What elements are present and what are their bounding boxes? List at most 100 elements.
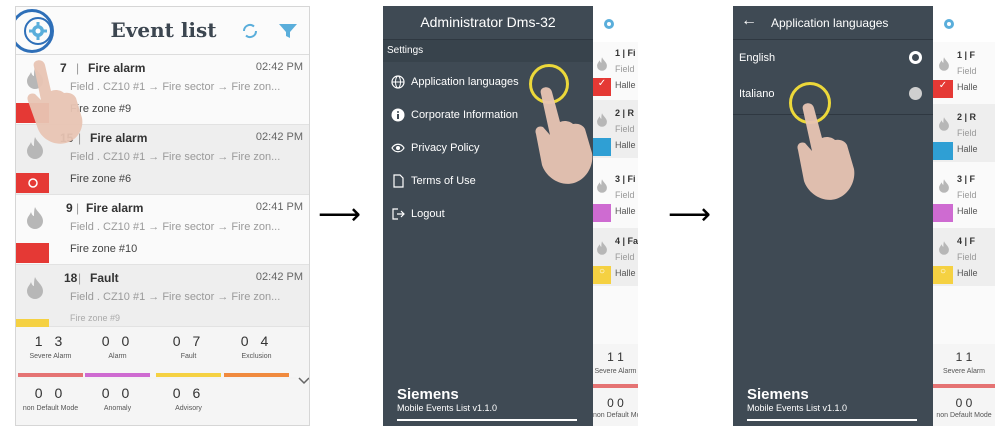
fire-icon bbox=[597, 113, 607, 127]
event-number: 4 bbox=[615, 236, 621, 246]
status-strip bbox=[593, 204, 611, 222]
event-path: Field bbox=[957, 128, 977, 138]
event-time: 02:41 PM bbox=[255, 201, 303, 213]
refresh-icon bbox=[28, 178, 38, 188]
divider bbox=[747, 419, 917, 421]
status-strip: ○ bbox=[593, 266, 611, 284]
gear-icon bbox=[604, 19, 614, 29]
event-number: 4 bbox=[957, 236, 963, 246]
fire-icon bbox=[939, 179, 949, 193]
counts-row: 1 3 Severe Alarm 0 0 Alarm 0 7 Fault 0 4 Exc… bbox=[16, 327, 296, 377]
count-non-default-mode[interactable]: 0 0 non Default Mode bbox=[18, 385, 83, 412]
list-item: 1 | F Field Halle ✓ bbox=[933, 42, 995, 100]
count-non-default-mode: 0 0 non Default Mode bbox=[933, 392, 995, 426]
event-time: 02:42 PM bbox=[255, 271, 303, 283]
fire-icon bbox=[597, 57, 607, 71]
status-strip: ○ bbox=[933, 266, 953, 284]
event-number: 3 bbox=[957, 174, 963, 184]
event-type: Fi bbox=[627, 174, 636, 184]
event-zone: Halle bbox=[957, 144, 978, 154]
check-icon: ✓ bbox=[593, 78, 611, 96]
count-severe-alarm: 1 1 Severe Alarm bbox=[933, 344, 995, 392]
counts-row: 0 0 non Default Mode 0 0 Anomaly 0 6 Adviso… bbox=[16, 379, 296, 425]
language-option-english[interactable]: English bbox=[733, 42, 933, 74]
event-list-header: Event list bbox=[16, 7, 309, 55]
event-number: 2 bbox=[615, 108, 621, 118]
event-number: 1 bbox=[615, 48, 621, 58]
fire-icon bbox=[939, 57, 949, 71]
list-item: 3 | F Field Halle bbox=[933, 166, 995, 224]
event-zone: Halle bbox=[957, 206, 978, 216]
event-zone: Fire zone #6 bbox=[70, 173, 132, 185]
event-number: 2 bbox=[957, 112, 963, 122]
chevron-down-icon[interactable] bbox=[298, 377, 310, 385]
event-zone: Halle bbox=[615, 206, 636, 216]
menu-item-label: Privacy Policy bbox=[411, 142, 480, 154]
pointing-hand-icon bbox=[27, 60, 83, 144]
event-row[interactable]: 9 | Fire alarm 02:41 PM Field . CZ10 #1 … bbox=[16, 195, 309, 265]
count-severe-alarm[interactable]: 1 3 Severe Alarm bbox=[18, 333, 83, 360]
list-item: 4 | F Field Halle ○ bbox=[933, 228, 995, 286]
count-anomaly[interactable]: 0 0 Anomaly bbox=[85, 385, 150, 412]
count-non-default-mode: 0 0 non Default Mode bbox=[593, 392, 638, 426]
back-arrow-icon[interactable]: ← bbox=[741, 12, 757, 30]
event-path: Field bbox=[615, 64, 635, 74]
separator: | bbox=[78, 271, 82, 285]
event-type: F bbox=[969, 236, 976, 246]
settings-section-label: Settings bbox=[383, 40, 593, 62]
event-zone: Halle bbox=[615, 80, 636, 90]
event-row[interactable]: 18 | Fault 02:42 PM Field . CZ10 #1 → Fi… bbox=[16, 265, 309, 327]
event-type: R bbox=[627, 108, 635, 118]
languages-panel: ← Application languages English Italiano… bbox=[733, 6, 933, 426]
list-header bbox=[593, 6, 638, 42]
fault-bar bbox=[156, 373, 221, 377]
count-alarm[interactable]: 0 0 Alarm bbox=[85, 333, 150, 360]
info-icon bbox=[391, 108, 405, 122]
list-item: 2 | R Field Halle bbox=[593, 100, 638, 158]
version-label: Mobile Events List v1.1.0 bbox=[747, 403, 848, 413]
menu-item-label: Terms of Use bbox=[411, 175, 476, 187]
count-exclusion[interactable]: 0 4 Exclusion bbox=[224, 333, 289, 360]
event-type: Fault bbox=[90, 271, 119, 285]
document-icon bbox=[393, 174, 404, 188]
event-time: 02:42 PM bbox=[255, 131, 303, 143]
event-number: 3 bbox=[615, 174, 621, 184]
radio-selected[interactable] bbox=[909, 51, 922, 64]
refresh-icon[interactable] bbox=[241, 22, 259, 40]
fire-icon bbox=[939, 241, 949, 255]
event-type: Fire alarm bbox=[90, 131, 148, 145]
count-fault[interactable]: 0 7 Fault bbox=[156, 333, 221, 360]
list-item: 3 | Fi Field Halle bbox=[593, 166, 638, 224]
severe-alarm-bar bbox=[18, 373, 83, 377]
status-strip bbox=[16, 319, 49, 327]
status-strip bbox=[593, 138, 611, 156]
fire-icon bbox=[27, 277, 43, 299]
logout-icon bbox=[392, 208, 405, 220]
brand-name: Siemens bbox=[397, 386, 459, 403]
filter-icon[interactable] bbox=[278, 22, 298, 40]
event-type: F bbox=[969, 174, 976, 184]
pointing-hand-icon bbox=[797, 103, 855, 200]
exclusion-bar bbox=[224, 373, 289, 377]
event-path: Field bbox=[615, 252, 635, 262]
check-icon: ✓ bbox=[933, 80, 953, 98]
event-zone: Halle bbox=[957, 82, 978, 92]
count-advisory[interactable]: 0 6 Advisory bbox=[156, 385, 221, 412]
eye-icon bbox=[391, 143, 405, 153]
expand-area[interactable] bbox=[296, 327, 310, 425]
event-zone: Halle bbox=[615, 268, 636, 278]
event-path: Field . CZ10 #1 → Fire sector → Fire zon… bbox=[70, 291, 281, 303]
separator: | bbox=[76, 201, 80, 215]
radio-unselected[interactable] bbox=[909, 87, 922, 100]
status-strip bbox=[16, 243, 49, 263]
fire-icon bbox=[27, 207, 43, 229]
event-zone: Halle bbox=[957, 268, 978, 278]
event-type: F bbox=[969, 50, 976, 60]
menu-item-label: Corporate Information bbox=[411, 109, 518, 121]
list-header bbox=[933, 6, 995, 42]
event-path: Field . CZ10 #1 → Fire sector → Fire zon… bbox=[70, 151, 281, 163]
drawer: Administrator Dms-32 Settings Applicatio… bbox=[383, 6, 593, 426]
menu-item-logout[interactable]: Logout bbox=[383, 198, 593, 231]
event-type: Fi bbox=[627, 48, 636, 58]
background-event-list: 1 | Fi Field Halle ✓ 2 | R Field Halle 3… bbox=[593, 42, 638, 352]
